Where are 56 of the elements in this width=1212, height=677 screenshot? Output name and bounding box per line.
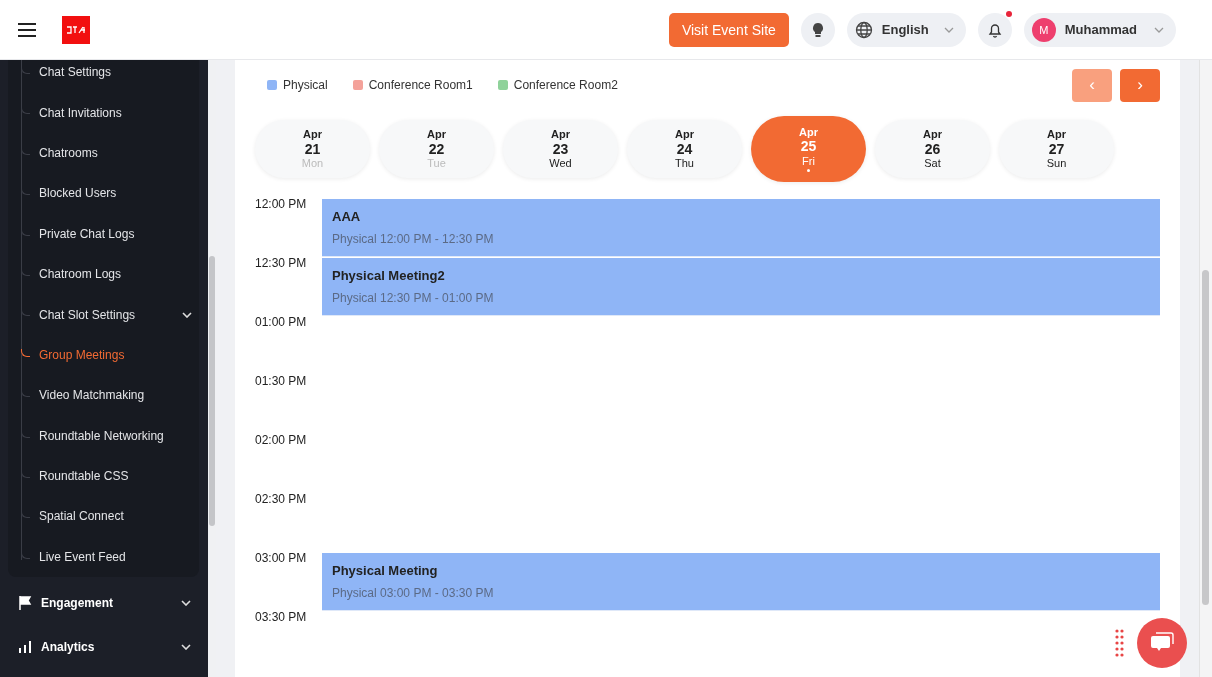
sidebar-item[interactable]: Chat Slot Settings xyxy=(8,294,199,335)
legend-label: Conference Room1 xyxy=(368,78,473,92)
day-tab[interactable]: Apr 23 Wed xyxy=(503,120,618,178)
chevron-down-icon xyxy=(1154,26,1164,33)
sidebar-item[interactable]: Spatial Connect xyxy=(8,496,199,537)
chevron-down-icon xyxy=(181,600,191,606)
event-block[interactable]: Physical Meeting Physical 03:00 PM - 03:30 PM xyxy=(322,553,1160,611)
event-block[interactable]: Physical Meeting2 Physical 12:30 PM - 01:00 PM xyxy=(322,258,1160,316)
menu-icon[interactable] xyxy=(18,22,36,37)
event-title: Physical Meeting xyxy=(332,563,439,578)
time-label: 12:00 PM xyxy=(255,198,308,213)
sidebar-item[interactable]: Private Chat Logs xyxy=(8,213,199,254)
time-label: 01:00 PM xyxy=(255,316,308,331)
time-label: 12:30 PM xyxy=(255,257,308,272)
time-label: 03:30 PM xyxy=(255,611,308,626)
sidebar-item[interactable]: Roundtable Networking xyxy=(8,415,199,456)
sidebar-item[interactable]: Live Event Feed xyxy=(8,536,199,578)
sidebar-section[interactable]: Engagement xyxy=(0,581,208,625)
globe-icon xyxy=(854,20,873,39)
sidebar-item[interactable]: Chatrooms xyxy=(8,132,199,174)
notification-button[interactable] xyxy=(977,12,1012,47)
sidebar-item[interactable]: Group Meetings xyxy=(8,334,199,376)
event-title: AAA xyxy=(332,209,362,224)
sidebar-item[interactable]: Roundtable CSS xyxy=(8,455,199,497)
language-dropdown[interactable]: English xyxy=(846,12,966,47)
logo-icon xyxy=(62,15,90,44)
bell-icon xyxy=(987,21,1002,38)
day-tab[interactable]: Apr 27 Sun xyxy=(999,120,1114,178)
sidebar-item[interactable]: Blocked Users xyxy=(8,173,199,214)
sidebar-section[interactable]: Analytics xyxy=(0,625,208,669)
sidebar-item[interactable]: Chat Invitations xyxy=(8,92,199,133)
lightbulb-icon[interactable] xyxy=(800,12,835,47)
page-scrollbar[interactable] xyxy=(1199,60,1212,677)
legend-label: Physical xyxy=(283,78,328,92)
event-block[interactable]: AAA Physical 12:00 PM - 12:30 PM xyxy=(322,199,1160,257)
sidebar-scrollbar[interactable] xyxy=(208,60,216,677)
time-label: 01:30 PM xyxy=(255,375,308,390)
event-title: Physical Meeting2 xyxy=(332,268,446,283)
day-tab[interactable]: Apr 24 Thu xyxy=(627,120,742,178)
flag-icon xyxy=(19,596,32,610)
time-label: 02:30 PM xyxy=(255,493,308,508)
sidebar-item[interactable]: Chat Settings xyxy=(8,52,199,93)
event-time: Physical 03:00 PM - 03:30 PM xyxy=(332,586,495,600)
bar-chart-icon xyxy=(19,641,32,653)
chevron-down-icon xyxy=(181,644,191,650)
chevron-down-icon xyxy=(943,26,954,33)
day-tab[interactable]: Apr 26 Sat xyxy=(875,120,990,178)
event-time: Physical 12:30 PM - 01:00 PM xyxy=(332,291,495,305)
event-time: Physical 12:00 PM - 12:30 PM xyxy=(332,232,495,246)
user-menu[interactable]: M Muhammad xyxy=(1023,12,1176,47)
drag-handle-icon[interactable] xyxy=(1115,629,1124,657)
time-label: 03:00 PM xyxy=(255,552,308,567)
sidebar-item[interactable]: Video Matchmaking xyxy=(8,375,199,416)
legend-label: Conference Room2 xyxy=(513,78,618,92)
time-label: 02:00 PM xyxy=(255,434,308,449)
sidebar-item[interactable]: Chatroom Logs xyxy=(8,253,199,295)
